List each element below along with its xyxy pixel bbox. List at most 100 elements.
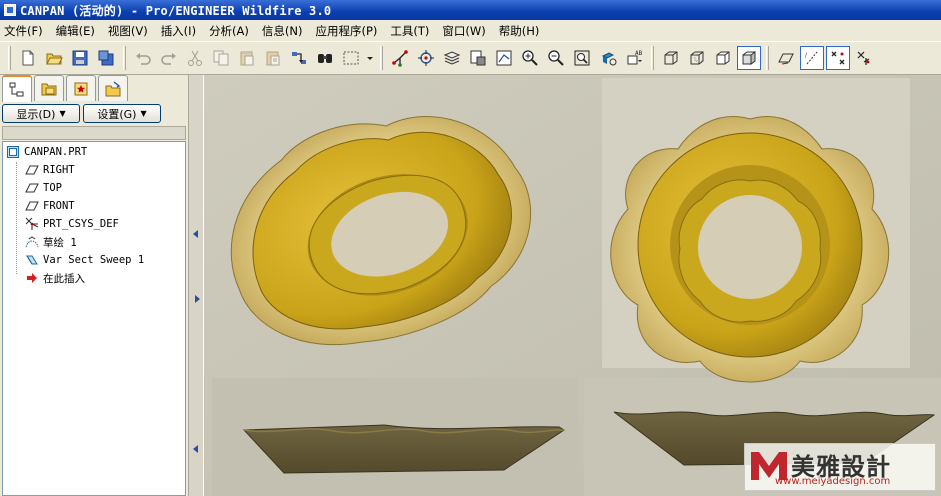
show-menu-button[interactable]: 显示(D) ▼ [2, 104, 80, 123]
undo-icon[interactable] [131, 46, 155, 70]
collapse-left-icon[interactable] [193, 230, 198, 238]
tab-connections[interactable] [98, 75, 128, 101]
refit-icon[interactable] [570, 46, 594, 70]
navigator-panel: 显示(D) ▼ 设置(G) ▼ CANPAN.PRT RIGHT TOP FRONT… [0, 75, 188, 496]
wireframe-icon[interactable] [659, 46, 683, 70]
app-icon [4, 4, 16, 16]
datum-axis-icon[interactable] [388, 46, 412, 70]
folder-browser-icon [41, 83, 57, 95]
datum-axis-display-icon[interactable]: / [800, 46, 824, 70]
svg-text:/: / [805, 52, 808, 59]
tree-item-label: CANPAN.PRT [24, 146, 88, 158]
zoom-in-icon[interactable] [518, 46, 542, 70]
tab-favorites[interactable] [66, 75, 96, 101]
paste-special-icon[interactable] [261, 46, 285, 70]
tree-item-front[interactable]: FRONT [25, 198, 75, 214]
menu-view[interactable]: 视图(V) [108, 23, 148, 39]
view-manager-icon[interactable] [466, 46, 490, 70]
panel-splitter[interactable] [188, 75, 204, 496]
regenerate-icon[interactable] [287, 46, 311, 70]
dropdown-arrow-icon[interactable] [365, 46, 375, 70]
tree-item-label: 在此插入 [43, 272, 85, 285]
menu-file[interactable]: 文件(F) [4, 23, 43, 39]
main-toolbar: AB / [0, 41, 941, 75]
tree-item-sweep[interactable]: Var Sect Sweep 1 [25, 252, 144, 268]
collapse-left-icon[interactable] [193, 445, 198, 453]
menu-analysis[interactable]: 分析(A) [209, 23, 249, 39]
datum-point-display-icon[interactable] [826, 46, 850, 70]
toolbar-separator [123, 46, 126, 70]
new-file-icon[interactable] [16, 46, 40, 70]
tree-item-label: FRONT [43, 200, 75, 212]
top-view-bowl [610, 116, 890, 383]
cut-icon[interactable] [183, 46, 207, 70]
menu-info[interactable]: 信息(N) [262, 23, 303, 39]
layers-icon[interactable] [440, 46, 464, 70]
menu-tools[interactable]: 工具(T) [390, 23, 429, 39]
part-icon [6, 145, 20, 159]
datum-plane-icon [25, 163, 39, 177]
open-folder-icon[interactable] [42, 46, 66, 70]
find-icon[interactable] [313, 46, 337, 70]
expand-right-icon[interactable] [195, 295, 200, 303]
paste-icon[interactable] [235, 46, 259, 70]
menu-bar: 文件(F) 编辑(E) 视图(V) 插入(I) 分析(A) 信息(N) 应用程序… [0, 20, 941, 41]
sweep-icon [25, 253, 39, 267]
menu-insert[interactable]: 插入(I) [161, 23, 196, 39]
tree-item-label: 草绘 1 [43, 236, 77, 249]
settings-menu-button[interactable]: 设置(G) ▼ [83, 104, 161, 123]
orient-icon[interactable] [596, 46, 620, 70]
tree-item-label: Var Sect Sweep 1 [43, 254, 145, 266]
select-box-icon[interactable] [339, 46, 363, 70]
toolbar-grip[interactable] [8, 46, 11, 70]
connections-icon [105, 80, 121, 96]
chevron-down-icon: ▼ [59, 109, 66, 118]
model-tree-icon [9, 82, 24, 96]
tree-item-label: RIGHT [43, 164, 75, 176]
spin-center-icon[interactable] [414, 46, 438, 70]
shading-icon[interactable] [737, 46, 761, 70]
tree-item-top[interactable]: TOP [25, 180, 62, 196]
tree-item-label: TOP [43, 182, 62, 194]
tree-connector [16, 162, 17, 274]
navigator-tabs [2, 75, 130, 102]
model-scene [204, 75, 941, 496]
datum-plane-icon [25, 199, 39, 213]
menu-help[interactable]: 帮助(H) [499, 23, 540, 39]
no-hidden-icon[interactable] [711, 46, 735, 70]
tree-item-csys[interactable]: PRT_CSYS_DEF [25, 216, 119, 232]
favorites-icon [74, 82, 88, 95]
graphics-viewport[interactable] [204, 75, 941, 496]
tree-item-label: PRT_CSYS_DEF [43, 218, 119, 230]
menu-applications[interactable]: 应用程序(P) [315, 23, 377, 39]
saved-views-icon[interactable]: AB [622, 46, 646, 70]
tree-item-insert-here[interactable]: 在此插入 [25, 270, 85, 286]
hidden-line-icon[interactable] [685, 46, 709, 70]
save-copy-icon[interactable] [94, 46, 118, 70]
copy-icon[interactable] [209, 46, 233, 70]
svg-text:AB: AB [635, 50, 643, 57]
sketch-view-icon[interactable] [492, 46, 516, 70]
tree-item-sketch[interactable]: 草绘 1 [25, 234, 77, 250]
settings-menu-label: 设置(G) [97, 107, 137, 121]
toolbar-separator [766, 46, 769, 70]
model-tree: CANPAN.PRT RIGHT TOP FRONT PRT_CSYS_DEF … [2, 141, 186, 496]
toolbar-separator [380, 46, 383, 70]
csys-display-icon[interactable] [852, 46, 876, 70]
menu-edit[interactable]: 编辑(E) [56, 23, 95, 39]
redo-icon[interactable] [157, 46, 181, 70]
menu-window[interactable]: 窗口(W) [442, 23, 485, 39]
tree-item-right[interactable]: RIGHT [25, 162, 75, 178]
tab-folder-browser[interactable] [34, 75, 64, 101]
tree-controls: 显示(D) ▼ 设置(G) ▼ [2, 104, 186, 124]
tab-model-tree[interactable] [2, 75, 32, 102]
title-bar: CANPAN (活动的) - Pro/ENGINEER Wildfire 3.0 [0, 0, 941, 20]
save-icon[interactable] [68, 46, 92, 70]
sketch-icon [25, 235, 39, 249]
tree-item-root[interactable]: CANPAN.PRT [6, 144, 87, 160]
zoom-out-icon[interactable] [544, 46, 568, 70]
watermark-logo: 美雅設計 www.meiyadesign.com [744, 443, 936, 491]
csys-icon [25, 217, 39, 231]
watermark-url: www.meiyadesign.com [775, 476, 891, 487]
datum-plane-display-icon[interactable] [774, 46, 798, 70]
